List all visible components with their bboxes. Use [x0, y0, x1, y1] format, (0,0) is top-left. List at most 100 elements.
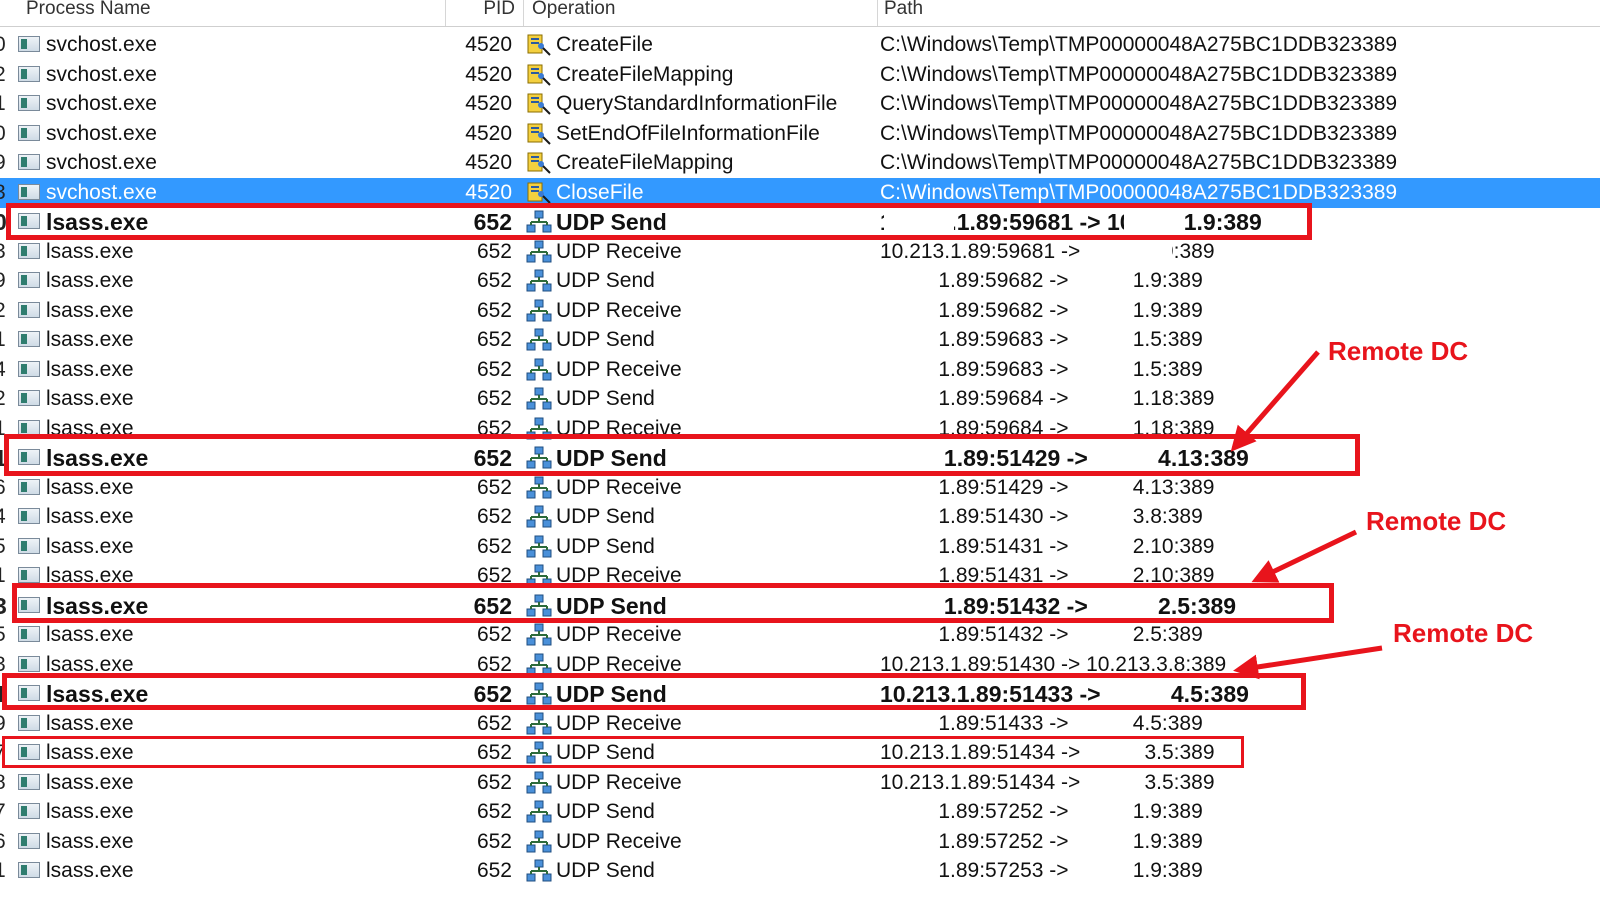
table-row[interactable]: 3lsass.exe652UDP Receive10.213.1.89:5968…: [0, 237, 1600, 267]
pid-value: 652: [476, 387, 512, 410]
column-path[interactable]: Path: [878, 0, 1600, 26]
pid-value: 652: [476, 269, 512, 292]
pid-value: 652: [476, 328, 512, 351]
process-icon: [18, 390, 40, 406]
table-row[interactable]: 9 lsass.exe 652 UDP Send 1.89:59682 -> 1.9:…: [0, 266, 1600, 296]
pid-value: 4520: [465, 92, 512, 115]
network-icon: [526, 299, 552, 323]
row-number: 3: [0, 591, 6, 621]
network-icon: [526, 771, 552, 795]
process-name: lsass.exe: [46, 387, 134, 410]
process-icon: [18, 626, 40, 642]
network-icon: [526, 859, 552, 883]
path-value: 1.89:51430 -> 3.8:389: [880, 505, 1203, 528]
row-number: 2: [0, 384, 6, 414]
path-value: 1.89:59682 -> 1.9:389: [880, 298, 1203, 322]
highlight-box: [4, 434, 1360, 476]
pid-value: 652: [476, 770, 512, 794]
path-value: 1.89:51431 -> 2.10:389: [880, 534, 1215, 558]
path-value: 1.89:59684 -> 1.18:389: [880, 387, 1215, 410]
process-name: lsass.exe: [46, 859, 134, 882]
process-icon: [18, 272, 40, 288]
table-row[interactable]: 7 lsass.exe 652 UDP Send 1.89:57252 -> 1.9:…: [0, 797, 1600, 827]
column-operation[interactable]: Operation: [526, 0, 878, 26]
pid-value: 652: [476, 505, 512, 528]
path-value: 1.89:57252 -> 1.9:389: [880, 829, 1203, 853]
table-row[interactable]: 5 lsass.exe 652 UDP Send 1.89:51431 -> 2.10…: [0, 532, 1600, 562]
highlight-box: [12, 583, 1334, 623]
row-number: 9: [0, 266, 6, 296]
process-icon: [18, 301, 40, 318]
operation-value: UDP Receive: [556, 357, 682, 381]
operation-value: UDP Receive: [556, 298, 682, 322]
process-icon: [18, 95, 40, 111]
path-value: 1.89:57252 -> 1.9:389: [880, 800, 1203, 823]
table-row[interactable]: 8 lsass.exe 652 UDP Receive 10.213.1.89:5143…: [0, 768, 1600, 798]
process-name: lsass.exe: [46, 505, 134, 528]
file-system-icon: [526, 33, 552, 57]
path-value: C:\Windows\Temp\TMP00000048A275BC1DDB323…: [880, 33, 1398, 56]
file-system-icon: [526, 122, 552, 146]
row-number: 4: [0, 502, 6, 532]
table-row[interactable]: 1 lsass.exe 652 UDP Send 1.89:57253 -> 1.9:…: [0, 856, 1600, 886]
process-icon: [18, 862, 40, 878]
process-name: lsass.exe: [46, 269, 134, 292]
table-row[interactable]: 0 svchost.exe 4520 CreateFile C:\Windows\Tem…: [0, 30, 1600, 60]
row-number: 9: [0, 148, 6, 178]
pid-value: 4520: [465, 151, 512, 174]
network-icon: [526, 712, 552, 736]
pid-value: 652: [476, 800, 512, 823]
operation-value: SetEndOfFileInformationFile: [556, 121, 820, 145]
highlight-box: [6, 203, 1312, 240]
row-number: 7: [0, 797, 6, 827]
table-row[interactable]: 6 lsass.exe 652 UDP Receive 1.89:51429 -> 4…: [0, 473, 1600, 503]
table-row[interactable]: 2 svchost.exe 4520 CreateFileMapping C:\Wind…: [0, 60, 1600, 90]
table-row[interactable]: 0 svchost.exe 4520 SetEndOfFileInformationF…: [0, 119, 1600, 149]
path-value: 1.89:57253 -> 1.9:389: [880, 859, 1203, 882]
remote-dc-callout: Remote DC: [1366, 506, 1507, 536]
row-number: 2: [0, 60, 6, 90]
operation-value: CreateFileMapping: [556, 151, 734, 174]
pid-value: 4520: [465, 121, 512, 145]
table-row[interactable]: 4 lsass.exe 652 UDP Send 1.89:51430 -> 3.8:…: [0, 502, 1600, 532]
process-name: svchost.exe: [46, 151, 157, 174]
pid-value: 652: [476, 298, 512, 322]
process-icon: [18, 65, 40, 82]
network-icon: [526, 476, 552, 500]
process-name: lsass.exe: [46, 770, 134, 794]
table-row[interactable]: 2 lsass.exe 652 UDP Send 1.89:59684 -> 1.18…: [0, 384, 1600, 414]
network-icon: [526, 240, 552, 264]
network-icon: [526, 623, 552, 647]
operation-value: UDP Send: [556, 534, 655, 558]
row-number: 2: [0, 296, 6, 326]
path-value: C:\Windows\Temp\TMP00000048A275BC1DDB323…: [880, 92, 1398, 115]
row-number: 1: [0, 856, 6, 886]
row-number: 5: [0, 620, 6, 650]
path-value: C:\Windows\Temp\TMP00000048A275BC1DDB323…: [880, 62, 1398, 86]
pid-value: 652: [476, 534, 512, 558]
path-value: C:\Windows\Temp\TMP00000048A275BC1DDB323…: [880, 151, 1398, 174]
path-value: 1.89:59683 -> 1.5:389: [880, 357, 1203, 381]
process-icon: [18, 154, 40, 170]
column-pid[interactable]: PID: [446, 0, 524, 26]
operation-value: UDP Receive: [556, 475, 682, 499]
table-row[interactable]: 9 lsass.exe 652 UDP Receive 1.89:51433 -> 4…: [0, 709, 1600, 739]
process-icon: [18, 36, 40, 52]
pid-value: 652: [476, 859, 512, 882]
table-row[interactable]: 2 lsass.exe 652 UDP Receive 1.89:59682 -> 1…: [0, 296, 1600, 326]
table-row[interactable]: 1 svchost.exe 4520 QueryStandardInformation…: [0, 89, 1600, 119]
network-icon: [526, 328, 552, 352]
process-icon: [18, 242, 40, 259]
table-row[interactable]: 5 lsass.exe 652 UDP Receive 1.89:51432 -> 2…: [0, 620, 1600, 650]
table-row[interactable]: 6 lsass.exe 652 UDP Receive 1.89:57252 -> 1…: [0, 827, 1600, 857]
process-icon: [18, 124, 40, 141]
column-process-name[interactable]: Process Name: [20, 0, 446, 26]
row-number: 0: [0, 119, 6, 149]
process-icon: [18, 478, 40, 495]
pid-value: 652: [476, 239, 512, 263]
process-icon: [18, 331, 40, 347]
table-row[interactable]: 9 svchost.exe 4520 CreateFileMapping C:\Wind…: [0, 148, 1600, 178]
path-value: 1.89:51433 -> 4.5:389: [880, 711, 1203, 735]
column-header: Process Name PID Operation Path: [0, 0, 1600, 27]
pid-value: 652: [476, 623, 512, 646]
